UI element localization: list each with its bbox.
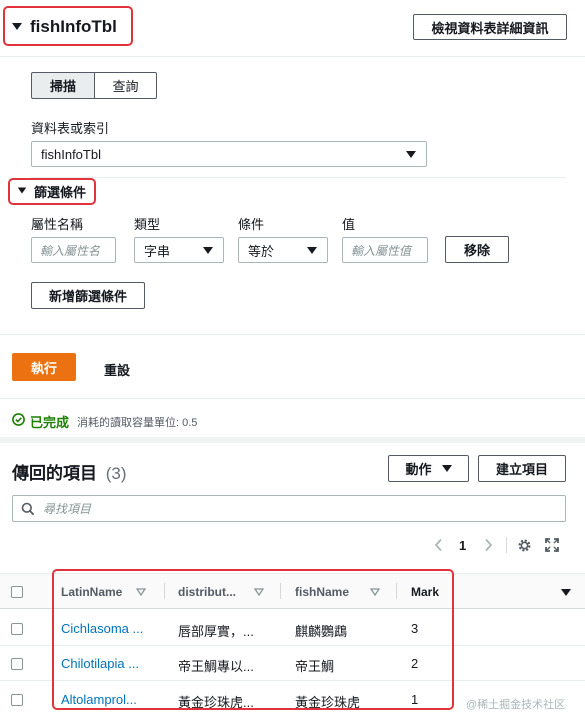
header-divider — [0, 56, 585, 57]
value-label: 值 — [342, 217, 356, 232]
status-divider — [0, 398, 585, 399]
fullscreen-icon[interactable] — [545, 538, 559, 552]
results-title: 傳回的項目 (3) — [12, 459, 127, 484]
gear-icon[interactable] — [517, 538, 532, 553]
select-all-checkbox[interactable] — [11, 586, 23, 598]
search-input[interactable]: 尋找項目 — [12, 495, 566, 522]
actions-divider — [0, 334, 585, 335]
condition-select[interactable]: 等於 — [238, 237, 328, 263]
page-title: fishInfoTbl — [30, 17, 117, 36]
chevron-down-icon — [203, 247, 213, 254]
actions-button-label: 動作 — [405, 462, 432, 477]
run-button[interactable]: 執行 — [12, 353, 76, 381]
row-checkbox[interactable] — [11, 658, 23, 670]
tab-query[interactable]: 查詢 — [94, 72, 157, 99]
condition-label: 條件 — [238, 217, 265, 232]
capacity-text: 消耗的讀取容量單位: 0.5 — [77, 417, 198, 429]
next-page-icon[interactable] — [482, 538, 494, 552]
add-filter-button[interactable]: 新增篩選條件 — [31, 282, 145, 309]
attr-name-label: 屬性名稱 — [31, 217, 84, 232]
reset-button[interactable]: 重設 — [104, 360, 130, 379]
status-done: 已完成 — [30, 415, 70, 430]
search-placeholder: 尋找項目 — [43, 502, 92, 516]
results-count: (3) — [105, 464, 127, 483]
remove-filter-button[interactable]: 移除 — [445, 236, 509, 263]
attr-name-input[interactable]: 輸入屬性名 — [31, 237, 116, 263]
collapse-icon[interactable] — [12, 23, 22, 30]
chevron-down-icon — [406, 151, 416, 158]
actions-button[interactable]: 動作 — [388, 455, 469, 482]
pager-divider — [506, 537, 507, 553]
type-label: 類型 — [134, 217, 161, 232]
collapse-filters-icon[interactable] — [17, 187, 27, 194]
row-checkbox[interactable] — [11, 694, 23, 706]
watermark: @稀土掘金技术社区 — [466, 699, 566, 711]
type-select[interactable]: 字串 — [134, 237, 224, 263]
filters-title: 篩選條件 — [34, 185, 87, 200]
page-number[interactable]: 1 — [459, 538, 466, 553]
chevron-down-icon — [307, 247, 317, 254]
results-band — [0, 437, 585, 443]
results-title-text: 傳回的項目 — [12, 464, 97, 483]
table-select-value: fishInfoTbl — [41, 146, 101, 162]
condition-select-value: 等於 — [248, 243, 275, 259]
prev-page-icon[interactable] — [433, 538, 445, 552]
value-input[interactable]: 輸入屬性值 — [342, 237, 428, 263]
table-select[interactable]: fishInfoTbl — [31, 141, 427, 167]
view-details-button[interactable]: 檢視資料表詳細資訊 — [413, 14, 567, 40]
chevron-down-icon — [441, 465, 452, 472]
search-icon — [21, 502, 35, 515]
tab-scan[interactable]: 掃描 — [31, 72, 95, 99]
column-menu-icon[interactable] — [561, 589, 571, 596]
filters-divider — [31, 177, 566, 178]
row-checkbox[interactable] — [11, 623, 23, 635]
create-item-button[interactable]: 建立項目 — [478, 455, 566, 482]
table-highlight — [52, 569, 454, 710]
check-circle-icon — [12, 413, 25, 426]
table-select-label: 資料表或索引 — [31, 121, 110, 136]
type-select-value: 字串 — [144, 243, 171, 259]
